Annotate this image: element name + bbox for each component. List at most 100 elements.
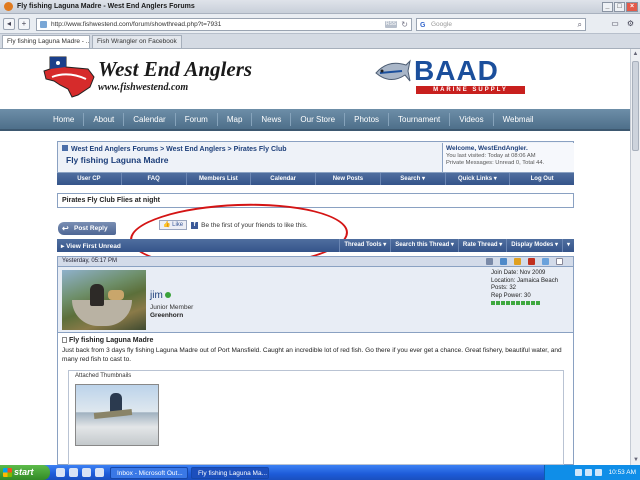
post-timestamp: Yesterday, 05:17 PM: [62, 258, 118, 264]
tray-security-icon[interactable]: [594, 469, 602, 476]
username-text[interactable]: jim: [150, 290, 163, 301]
user-avatar[interactable]: [62, 270, 146, 330]
desktop-icon[interactable]: [69, 468, 78, 477]
quote-icon[interactable]: [542, 258, 549, 265]
user-rank: Greenhorn: [150, 312, 184, 319]
clock[interactable]: 10:53 AM: [609, 469, 636, 476]
rss-icon[interactable]: RSS: [385, 21, 397, 28]
search-thread-menu[interactable]: Search this Thread ▾: [390, 239, 458, 252]
reload-icon[interactable]: ↻: [401, 19, 408, 30]
west-end-anglers-logo[interactable]: West End Anglers www.fishwestend.com: [42, 55, 267, 99]
attachments-box: Attached Thumbnails: [68, 370, 564, 465]
nav-webmail[interactable]: Webmail: [494, 113, 543, 126]
tools-menu-icon[interactable]: ⚙: [627, 19, 634, 28]
menu-search[interactable]: Search ▾: [381, 173, 446, 185]
nav-map[interactable]: Map: [218, 112, 253, 126]
back-button[interactable]: ◂: [3, 17, 15, 30]
user-stats: Join Date: Nov 2009 Location: Jamaica Be…: [491, 270, 558, 305]
star-icon[interactable]: [514, 258, 521, 265]
username[interactable]: jim: [150, 290, 171, 301]
breadcrumb-text[interactable]: West End Anglers Forums > West End Angle…: [71, 146, 287, 153]
task-firefox[interactable]: Fly fishing Laguna Ma...: [191, 466, 269, 479]
user-title: Junior Member: [150, 304, 194, 311]
welcome-line[interactable]: Welcome, WestEndAngler.: [446, 145, 571, 152]
address-bar[interactable]: http://www.fishwestend.com/forum/showthr…: [36, 18, 412, 31]
section-title[interactable]: Pirates Fly Club Flies at night: [57, 193, 574, 208]
site-favicon: [40, 21, 47, 28]
nav-our-store[interactable]: Our Store: [291, 112, 346, 126]
menu-members-list[interactable]: Members List: [187, 173, 252, 185]
maximize-button[interactable]: □: [614, 2, 625, 12]
nav-calendar[interactable]: Calendar: [124, 112, 176, 126]
thread-tools-menu[interactable]: Thread Tools ▾: [339, 239, 390, 252]
nav-tournament[interactable]: Tournament: [389, 112, 451, 126]
user-location: Location: Jamaica Beach: [491, 277, 559, 284]
site-nav: Home About Calendar Forum Map News Our S…: [0, 109, 630, 131]
new-tab-button[interactable]: +: [18, 17, 30, 30]
menu-new-posts[interactable]: New Posts: [316, 173, 381, 185]
menu-quick-links[interactable]: Quick Links ▾: [446, 173, 511, 185]
menu-user-cp[interactable]: User CP: [57, 173, 122, 185]
user-icon[interactable]: [486, 258, 493, 265]
report-icon[interactable]: [528, 258, 535, 265]
post-link-icon[interactable]: [556, 258, 563, 265]
scroll-thumb[interactable]: [632, 61, 639, 151]
nav-news[interactable]: News: [252, 112, 292, 126]
tray-volume-icon[interactable]: [584, 469, 592, 476]
menu-faq[interactable]: FAQ: [122, 173, 187, 185]
last-visit: You last visited: Today at 08:06 AM: [446, 153, 536, 159]
search-box[interactable]: G Google ⌕: [416, 18, 586, 31]
ie-icon[interactable]: [56, 468, 65, 477]
close-button[interactable]: ×: [626, 2, 638, 12]
menu-calendar[interactable]: Calendar: [251, 173, 316, 185]
nav-photos[interactable]: Photos: [345, 112, 390, 126]
firefox-quicklaunch-icon[interactable]: [82, 468, 91, 477]
post-title: Fly fishing Laguna Madre: [62, 337, 153, 344]
breadcrumb[interactable]: West End Anglers Forums > West End Angle…: [62, 145, 287, 153]
menu-log-out[interactable]: Log Out: [510, 173, 574, 185]
scroll-up-icon[interactable]: ▲: [631, 49, 640, 59]
baad-sponsor-logo[interactable]: BAAD MARINE SUPPLY: [372, 55, 532, 95]
window-title: Fly fishing Laguna Madre - West End Angl…: [17, 3, 195, 10]
browser-tools: ▭ ⚙: [611, 19, 634, 28]
window-titlebar: Fly fishing Laguna Madre - West End Angl…: [0, 0, 640, 14]
task-outlook[interactable]: Inbox - Microsoft Out...: [110, 466, 188, 479]
rep-power: Rep Power: 30: [491, 292, 531, 299]
private-messages[interactable]: Private Messages: Unread 0, Total 44.: [446, 160, 571, 166]
nav-videos[interactable]: Videos: [450, 112, 494, 126]
post-body: Fly fishing Laguna Madre Just back from …: [57, 333, 574, 465]
view-first-unread[interactable]: ▸ View First Unread: [57, 242, 339, 250]
nav-forum[interactable]: Forum: [176, 112, 218, 126]
tab-forum[interactable]: Fly fishing Laguna Madre - ...: [2, 35, 90, 48]
attachment-thumbnail[interactable]: [75, 384, 159, 446]
sponsor-tagline: MARINE SUPPLY: [416, 86, 525, 94]
sponsor-name: BAAD: [414, 55, 499, 86]
outlook-icon[interactable]: [95, 468, 104, 477]
tab-strip: Fly fishing Laguna Madre - ... Fish Wran…: [0, 34, 640, 49]
join-date: Join Date: Nov 2009: [491, 270, 546, 276]
rate-thread-menu[interactable]: Rate Thread ▾: [457, 239, 506, 252]
post-title-text: Fly fishing Laguna Madre: [69, 337, 154, 344]
minimize-button[interactable]: _: [602, 2, 613, 12]
start-button[interactable]: start: [0, 465, 50, 480]
network-icon[interactable]: [500, 258, 507, 265]
online-status-icon: [164, 292, 171, 299]
page-menu-icon[interactable]: ▭: [611, 19, 619, 28]
welcome-box: Welcome, WestEndAngler. You last visited…: [442, 143, 574, 172]
nav-about[interactable]: About: [84, 112, 125, 126]
nav-home[interactable]: Home: [44, 112, 85, 126]
page-viewport: West End Anglers www.fishwestend.com BAA…: [0, 49, 630, 465]
tab-facebook[interactable]: Fish Wrangler on Facebook: [92, 35, 182, 48]
tray-network-icon[interactable]: [574, 469, 582, 476]
vertical-scrollbar[interactable]: ▲ ▼: [630, 49, 640, 465]
attachments-label: Attached Thumbnails: [75, 373, 132, 379]
post-reply-button[interactable]: ↩ Post Reply: [58, 222, 116, 235]
display-modes-menu[interactable]: Display Modes ▾: [506, 239, 562, 252]
search-icon[interactable]: ⌕: [578, 19, 582, 30]
system-tray: 10:53 AM: [544, 465, 640, 480]
more-menu[interactable]: ▾: [561, 239, 574, 252]
scroll-down-icon[interactable]: ▼: [631, 455, 640, 465]
thread-title: Fly fishing Laguna Madre: [66, 155, 169, 165]
forum-navbar: West End Anglers Forums > West End Angle…: [57, 141, 574, 173]
reply-arrow-icon: ↩: [62, 224, 69, 233]
